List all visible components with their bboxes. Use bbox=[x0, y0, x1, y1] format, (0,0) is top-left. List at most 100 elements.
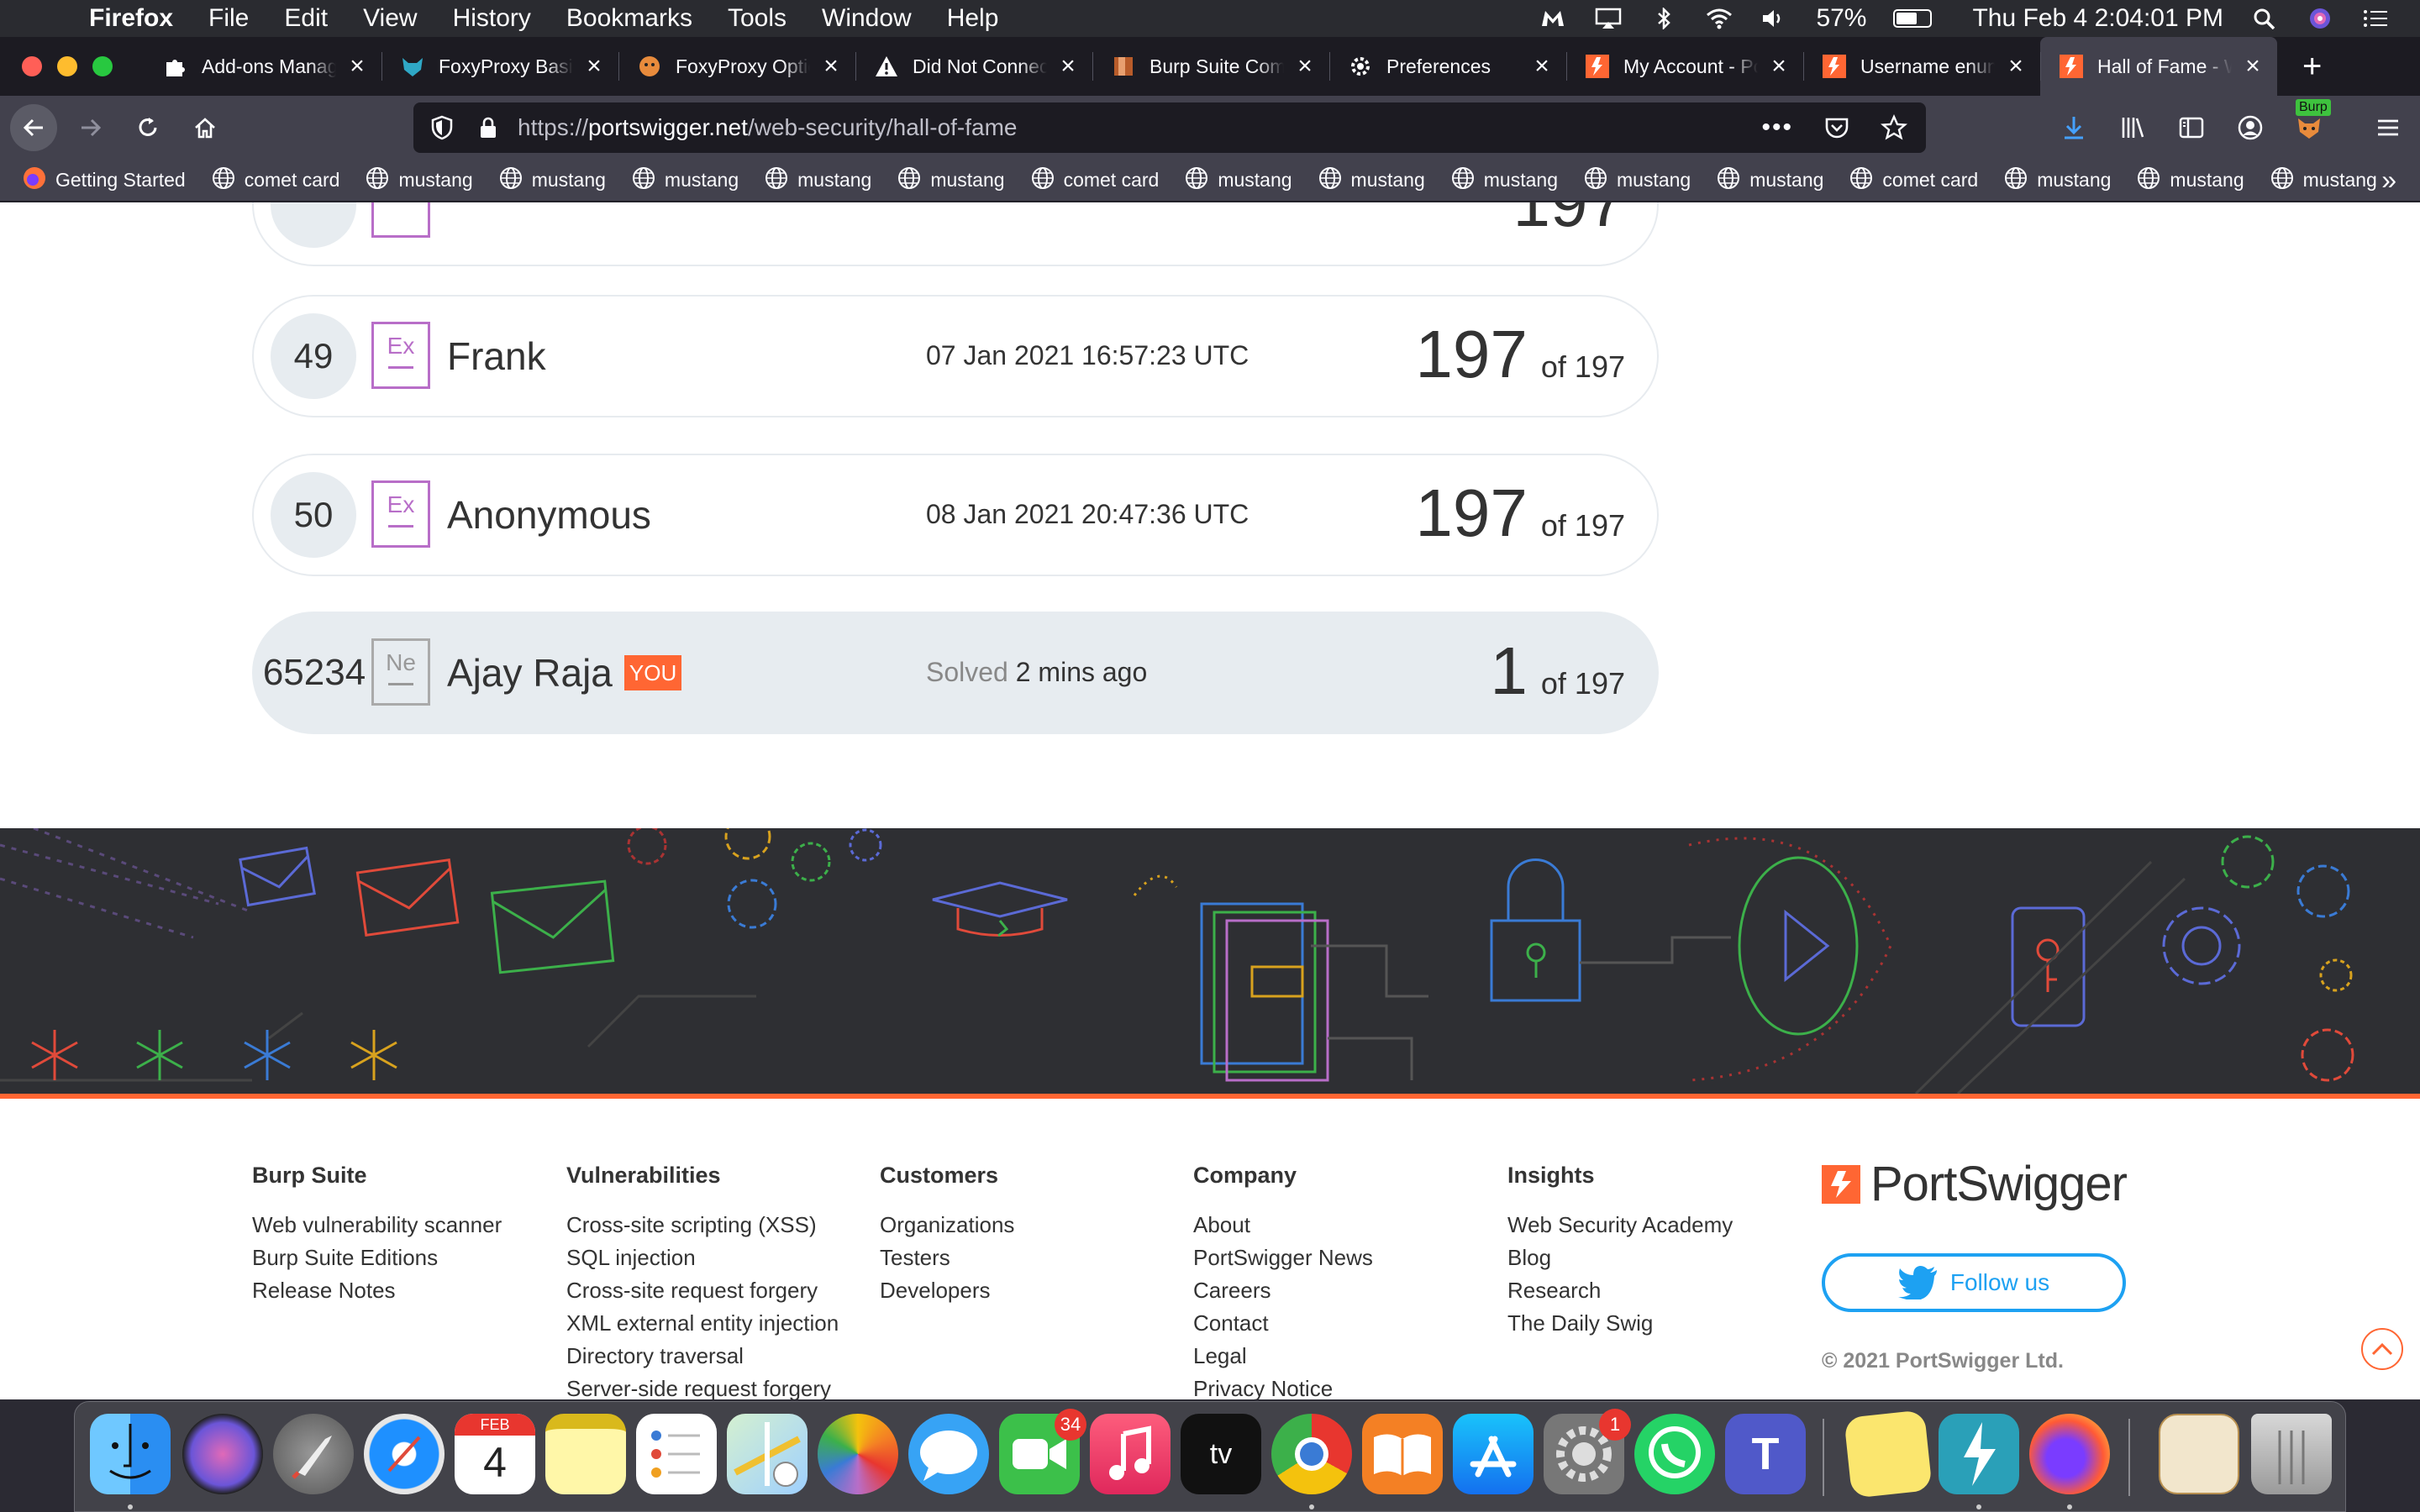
browser-tab[interactable]: FoxyProxy Basic × bbox=[381, 37, 618, 96]
close-tab-icon[interactable]: × bbox=[2003, 54, 2028, 79]
maps-icon[interactable] bbox=[727, 1414, 808, 1494]
new-tab-button[interactable]: + bbox=[2302, 48, 2322, 86]
footer-link[interactable]: Testers bbox=[880, 1242, 1014, 1274]
footer-link[interactable]: Research bbox=[1507, 1274, 1733, 1307]
url-bar[interactable]: https://portswigger.net/web-security/hal… bbox=[413, 102, 1926, 153]
bookmark-item[interactable]: mustang bbox=[498, 165, 606, 196]
bookmark-item[interactable]: mustang bbox=[1318, 165, 1425, 196]
footer-link[interactable]: Web vulnerability scanner bbox=[252, 1209, 502, 1242]
menu-file[interactable]: File bbox=[208, 4, 249, 33]
menu-help[interactable]: Help bbox=[947, 4, 999, 33]
notes-icon[interactable] bbox=[545, 1414, 626, 1494]
forward-button[interactable] bbox=[67, 104, 114, 151]
tracking-protection-shield-icon[interactable] bbox=[430, 115, 454, 140]
menu-window[interactable]: Window bbox=[822, 4, 912, 33]
books-icon[interactable] bbox=[1362, 1414, 1443, 1494]
siri-dock-icon[interactable] bbox=[182, 1414, 263, 1494]
bookmarks-overflow-chevron-icon[interactable]: » bbox=[2381, 165, 2396, 196]
bookmark-item[interactable]: mustang bbox=[764, 165, 871, 196]
notification-center-icon[interactable] bbox=[2361, 8, 2390, 29]
spotlight-search-icon[interactable] bbox=[2250, 8, 2279, 29]
malwarebytes-icon[interactable] bbox=[1539, 8, 1567, 29]
safari-compass-icon[interactable] bbox=[364, 1414, 445, 1494]
account-button[interactable] bbox=[2235, 113, 2265, 143]
menu-tools[interactable]: Tools bbox=[728, 4, 786, 33]
battery-icon[interactable] bbox=[1893, 9, 1933, 28]
menu-app-name[interactable]: Firefox bbox=[89, 4, 173, 33]
messages-icon[interactable] bbox=[908, 1414, 989, 1494]
bookmark-item[interactable]: comet card bbox=[1849, 165, 1978, 196]
footer-link[interactable]: SQL injection bbox=[566, 1242, 839, 1274]
footer-link[interactable]: PortSwigger News bbox=[1193, 1242, 1373, 1274]
footer-link[interactable]: Release Notes bbox=[252, 1274, 502, 1307]
app-store-icon[interactable] bbox=[1453, 1414, 1534, 1494]
bookmark-item[interactable]: mustang bbox=[897, 165, 1005, 196]
sidebar-button[interactable] bbox=[2176, 113, 2207, 143]
portswigger-logo[interactable]: PortSwigger bbox=[1822, 1156, 2128, 1212]
downloads-button[interactable] bbox=[2059, 113, 2089, 143]
reload-button[interactable] bbox=[124, 104, 171, 151]
music-note-icon[interactable] bbox=[1090, 1414, 1171, 1494]
teams-icon[interactable]: T bbox=[1725, 1414, 1806, 1494]
close-tab-icon[interactable]: × bbox=[581, 54, 607, 79]
firefox-dock-icon[interactable] bbox=[2029, 1414, 2110, 1494]
bookmark-item[interactable]: mustang bbox=[631, 165, 739, 196]
photos-icon[interactable] bbox=[818, 1414, 898, 1494]
footer-link[interactable]: Cross-site request forgery bbox=[566, 1274, 839, 1307]
close-tab-icon[interactable]: × bbox=[1766, 54, 1791, 79]
footer-link[interactable]: Legal bbox=[1193, 1340, 1373, 1373]
app-menu-button[interactable] bbox=[2373, 113, 2403, 143]
browser-tab[interactable]: Burp Suite Community × bbox=[1092, 37, 1329, 96]
footer-link[interactable]: Web Security Academy bbox=[1507, 1209, 1733, 1242]
wifi-icon[interactable] bbox=[1705, 8, 1733, 29]
system-preferences-gear-icon[interactable]: 1 bbox=[1544, 1409, 1631, 1494]
whatsapp-icon[interactable] bbox=[1634, 1414, 1715, 1494]
footer-link[interactable]: Contact bbox=[1193, 1307, 1373, 1340]
menu-edit[interactable]: Edit bbox=[284, 4, 328, 33]
menu-clock[interactable]: Thu Feb 4 2:04:01 PM bbox=[1972, 4, 2223, 33]
pocket-icon[interactable] bbox=[1823, 114, 1850, 141]
follow-us-button[interactable]: Follow us bbox=[1822, 1253, 2126, 1312]
bookmark-item[interactable]: mustang bbox=[365, 165, 473, 196]
browser-tab[interactable]: Did Not Connect × bbox=[855, 37, 1092, 96]
certificate-document-icon[interactable] bbox=[2159, 1414, 2239, 1494]
scroll-to-top-button[interactable] bbox=[2361, 1328, 2403, 1370]
menu-view[interactable]: View bbox=[363, 4, 417, 33]
footer-link[interactable]: Privacy Notice bbox=[1193, 1373, 1373, 1399]
bookmark-item[interactable]: mustang bbox=[1184, 165, 1292, 196]
apple-tv-icon[interactable]: tv bbox=[1181, 1414, 1261, 1494]
browser-tab[interactable]: Add-ons Manager × bbox=[145, 37, 381, 96]
bookmark-item[interactable]: mustang bbox=[1450, 165, 1558, 196]
footer-link[interactable]: Careers bbox=[1193, 1274, 1373, 1307]
footer-link[interactable]: Blog bbox=[1507, 1242, 1733, 1274]
footer-link[interactable]: XML external entity injection bbox=[566, 1307, 839, 1340]
bookmark-item[interactable]: mustang bbox=[2003, 165, 2111, 196]
bookmark-item[interactable]: comet card bbox=[1030, 165, 1159, 196]
burp-suite-icon[interactable] bbox=[1939, 1414, 2019, 1494]
footer-link[interactable]: Cross-site scripting (XSS) bbox=[566, 1209, 839, 1242]
siri-icon[interactable] bbox=[2306, 8, 2334, 29]
trash-icon[interactable] bbox=[2251, 1414, 2332, 1494]
facetime-icon[interactable]: 34 bbox=[999, 1409, 1086, 1494]
launchpad-rocket-icon[interactable] bbox=[273, 1414, 354, 1494]
stickies-icon[interactable] bbox=[1844, 1410, 1933, 1499]
close-tab-icon[interactable]: × bbox=[1055, 54, 1081, 79]
footer-link[interactable]: Server-side request forgery bbox=[566, 1373, 839, 1399]
close-tab-icon[interactable]: × bbox=[2240, 54, 2265, 79]
airplay-icon[interactable] bbox=[1594, 8, 1623, 29]
bookmark-item[interactable]: mustang bbox=[2136, 165, 2244, 196]
browser-tab[interactable]: FoxyProxy Options × bbox=[618, 37, 855, 96]
close-tab-icon[interactable]: × bbox=[818, 54, 844, 79]
lock-icon[interactable] bbox=[476, 115, 501, 140]
menu-history[interactable]: History bbox=[453, 4, 531, 33]
zoom-window-button[interactable] bbox=[92, 56, 113, 76]
bookmark-item[interactable]: Getting Started bbox=[22, 165, 186, 196]
browser-tab[interactable]: My Account - PortSwigger × bbox=[1566, 37, 1803, 96]
home-button[interactable] bbox=[182, 104, 229, 151]
footer-link[interactable]: About bbox=[1193, 1209, 1373, 1242]
close-tab-icon[interactable]: × bbox=[345, 54, 370, 79]
close-tab-icon[interactable]: × bbox=[1292, 54, 1318, 79]
foxyproxy-extension-button[interactable]: Burp bbox=[2294, 99, 2331, 143]
bookmark-item[interactable]: mustang bbox=[1716, 165, 1823, 196]
browser-tab[interactable]: Preferences × bbox=[1329, 37, 1566, 96]
